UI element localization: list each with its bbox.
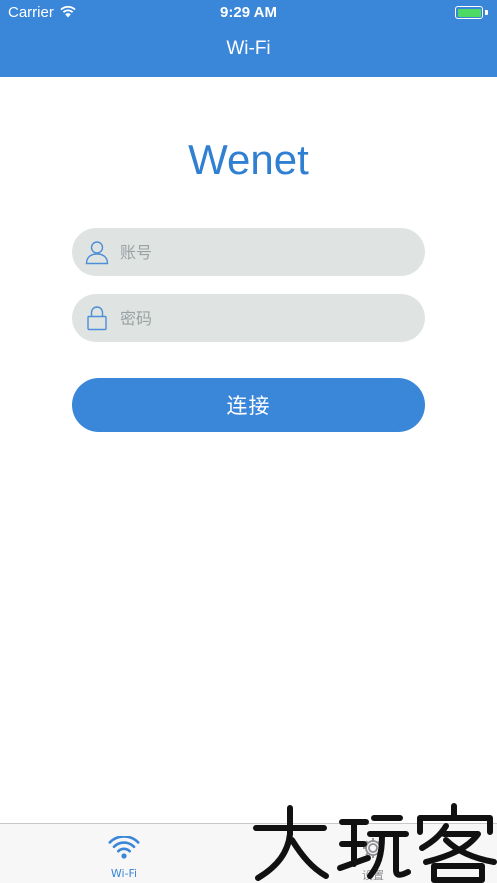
battery-tip <box>485 10 488 15</box>
login-screen: Carrier 9:29 AM Wi-Fi Wenet 连接 <box>0 0 497 883</box>
account-field[interactable] <box>72 228 425 276</box>
app-logo-text: Wenet <box>188 136 309 183</box>
status-bar: Carrier 9:29 AM <box>0 0 497 26</box>
password-field[interactable] <box>72 294 425 342</box>
watermark-logo <box>253 803 497 883</box>
account-input[interactable] <box>120 228 410 276</box>
tab-wifi-label: Wi-Fi <box>110 867 138 880</box>
nav-title: Wi-Fi <box>226 38 271 59</box>
lock-icon <box>87 306 107 331</box>
status-time: 9:29 AM <box>220 4 277 21</box>
user-icon <box>85 241 109 265</box>
tab-wifi[interactable]: Wi-Fi <box>0 824 248 883</box>
wifi-icon <box>108 836 140 859</box>
battery-level <box>457 8 481 17</box>
password-input[interactable] <box>120 294 410 342</box>
connect-button[interactable]: 连接 <box>72 378 425 432</box>
battery-icon <box>455 6 483 19</box>
header: Carrier 9:29 AM Wi-Fi <box>0 0 497 77</box>
